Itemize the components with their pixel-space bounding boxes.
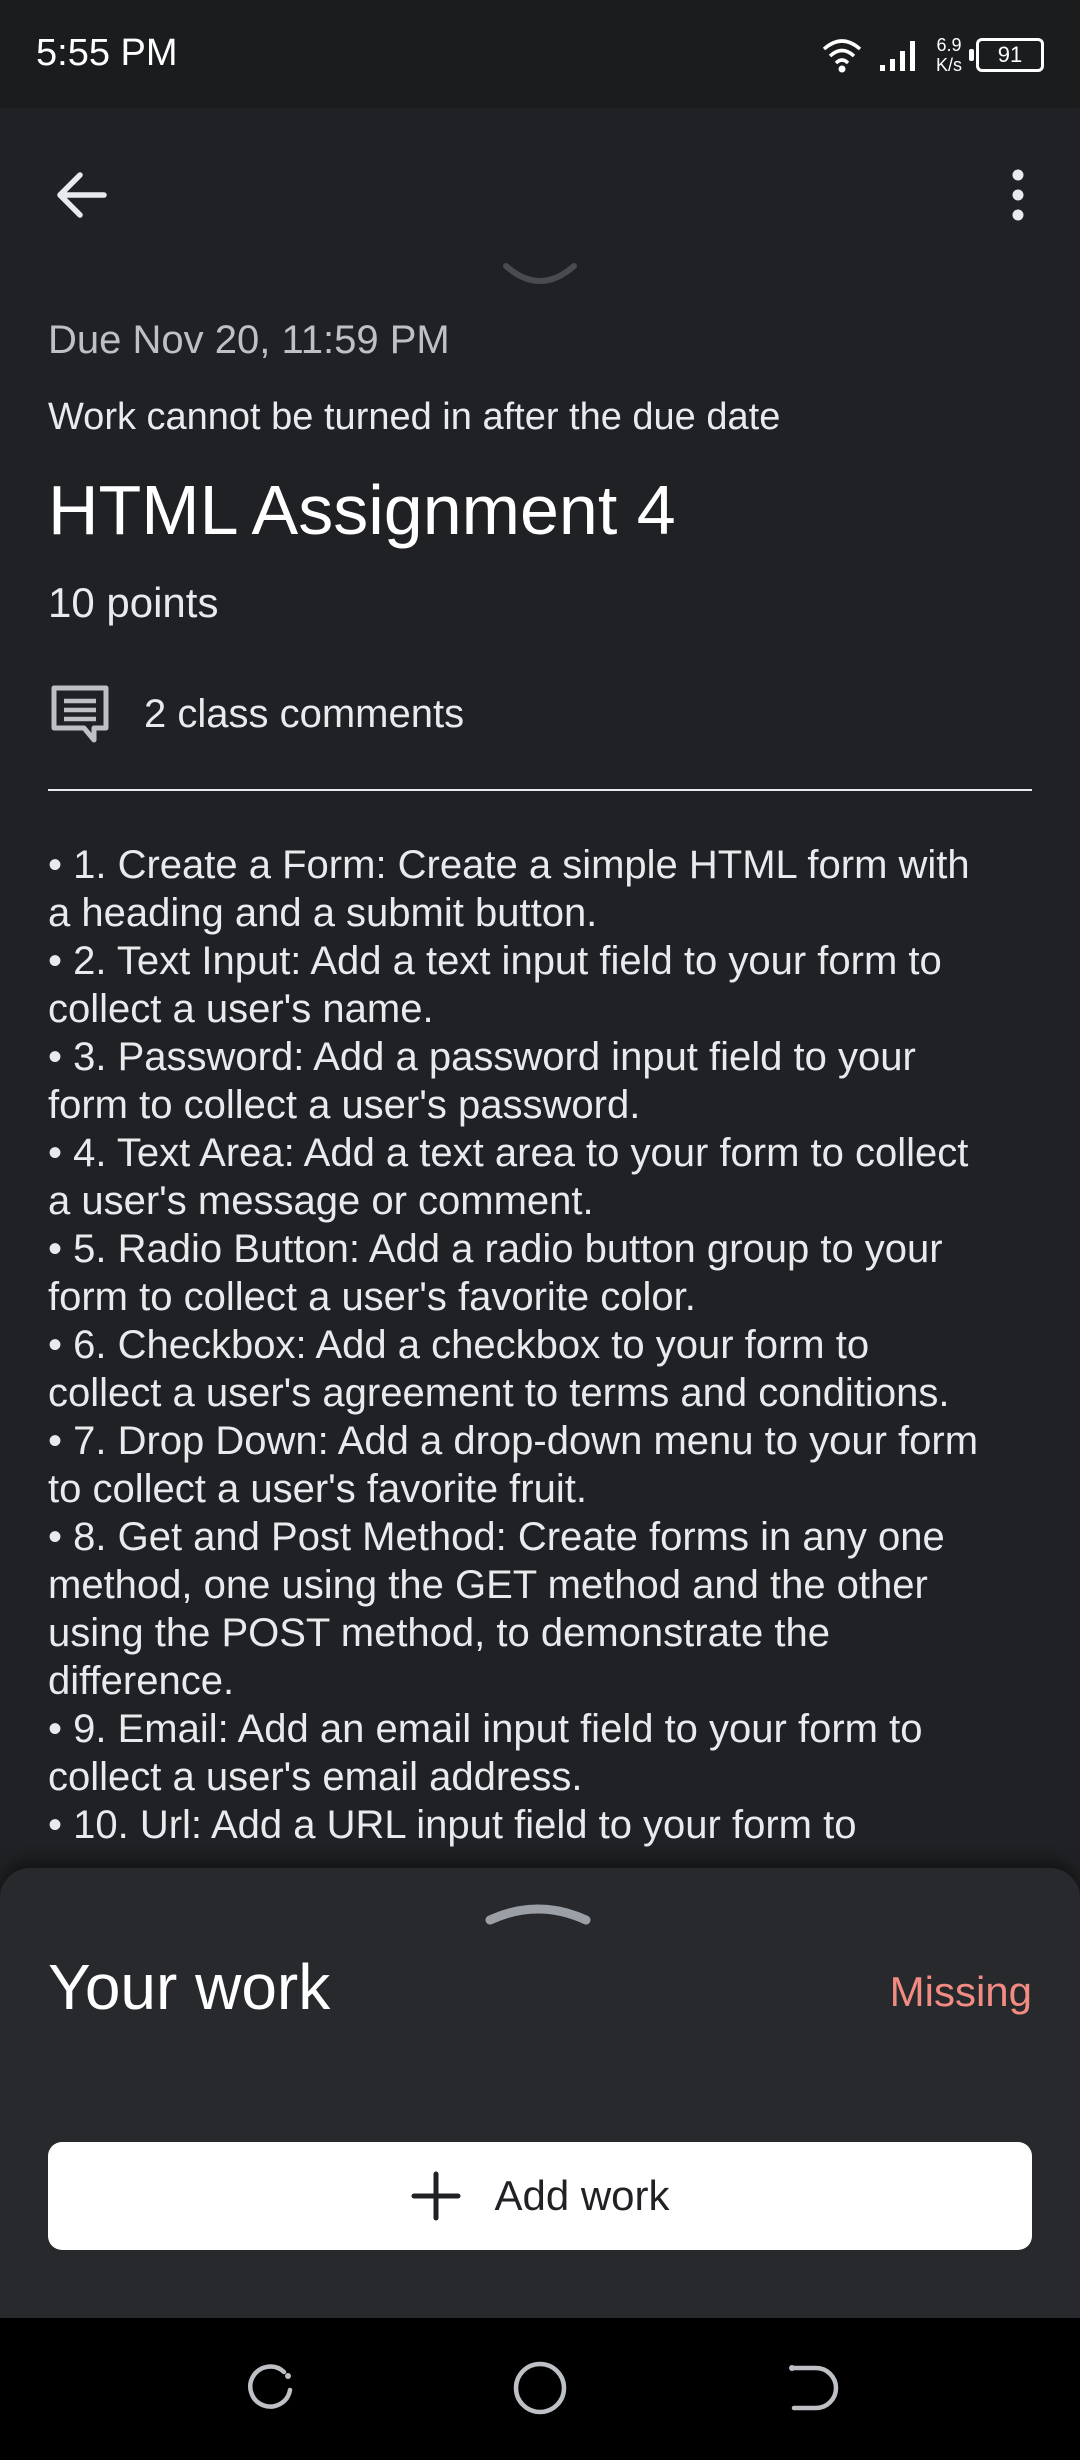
- instructions: • 1. Create a Form: Create a simple HTML…: [48, 841, 1032, 1849]
- instruction-line: • 8. Get and Post Method: Create forms i…: [48, 1515, 945, 1559]
- plus-icon: [411, 2171, 461, 2221]
- instruction-line: collect a user's email address.: [48, 1755, 583, 1799]
- battery-level: 91: [997, 42, 1023, 67]
- instruction-line: • 10. Url: Add a URL input field to your…: [48, 1803, 857, 1847]
- arrow-back-icon[interactable]: [50, 163, 114, 227]
- assignment-points: 10 points: [48, 579, 219, 626]
- instruction-line: • 1. Create a Form: Create a simple HTML…: [48, 843, 970, 887]
- instruction-line: • 9. Email: Add an email input field to …: [48, 1707, 923, 1751]
- back-gesture-icon[interactable]: [780, 2358, 840, 2418]
- battery-icon: 91: [969, 38, 1044, 72]
- instruction-line: • 4. Text Area: Add a text area to your …: [48, 1131, 969, 1175]
- status-icons: 6.9 K/s 91: [820, 30, 1044, 80]
- instruction-line: • 7. Drop Down: Add a drop-down menu to …: [48, 1419, 979, 1463]
- instruction-line: form to collect a user's favorite color.: [48, 1275, 696, 1319]
- instruction-line: difference.: [48, 1659, 235, 1703]
- instruction-line: using the POST method, to demonstrate th…: [48, 1611, 830, 1655]
- instruction-line: • 2. Text Input: Add a text input field …: [48, 939, 942, 983]
- due-date: Due Nov 20, 11:59 PM: [48, 318, 450, 362]
- add-work-label: Add work: [494, 2172, 670, 2219]
- network-speed-unit: K/s: [935, 55, 962, 75]
- recents-icon[interactable]: [240, 2358, 300, 2418]
- divider: [48, 789, 1032, 791]
- app-bar: [0, 108, 1080, 278]
- class-comments-label: 2 class comments: [144, 691, 465, 736]
- instruction-line: a heading and a submit button.: [48, 891, 598, 935]
- instruction-line: a user's message or comment.: [48, 1179, 594, 1223]
- instruction-line: collect a user's agreement to terms and …: [48, 1371, 950, 1415]
- your-work-title: Your work: [48, 1951, 331, 2023]
- scroll-arc-decoration: [503, 263, 577, 284]
- system-nav-bar: [0, 2318, 1080, 2460]
- your-work-sheet[interactable]: Your work Missing Add work: [0, 1868, 1080, 2318]
- instruction-line: • 3. Password: Add a password input fiel…: [48, 1035, 916, 1079]
- comment-icon: [51, 685, 109, 743]
- instruction-line: to collect a user's favorite fruit.: [48, 1467, 587, 1511]
- instruction-line: • 6. Checkbox: Add a checkbox to your fo…: [48, 1323, 870, 1367]
- sheet-handle-chevron-up-icon[interactable]: [482, 1894, 594, 1928]
- instruction-line: method, one using the GET method and the…: [48, 1563, 928, 1607]
- assignment-details: Due Nov 20, 11:59 PM Work cannot be turn…: [48, 318, 1032, 1849]
- home-icon[interactable]: [510, 2358, 570, 2418]
- signal-icon: [879, 41, 915, 71]
- work-status-badge: Missing: [889, 1968, 1032, 2015]
- network-speed-value: 6.9: [936, 35, 962, 55]
- instruction-line: • 5. Radio Button: Add a radio button gr…: [48, 1227, 943, 1271]
- more-vert-icon[interactable]: [986, 163, 1050, 227]
- class-comments-link[interactable]: 2 class comments: [48, 679, 1032, 749]
- status-bar: 5:55 PM 6.9 K/s 91: [0, 0, 1080, 108]
- instruction-line: form to collect a user's password.: [48, 1083, 641, 1127]
- network-speed: 6.9 K/s: [936, 35, 962, 75]
- late-submission-note: Work cannot be turned in after the due d…: [48, 396, 781, 438]
- assignment-title: HTML Assignment 4: [48, 471, 676, 549]
- add-work-button[interactable]: Add work: [48, 2142, 1032, 2250]
- status-time: 5:55 PM: [36, 32, 178, 74]
- instruction-line: collect a user's name.: [48, 987, 434, 1031]
- wifi-icon: [822, 39, 862, 73]
